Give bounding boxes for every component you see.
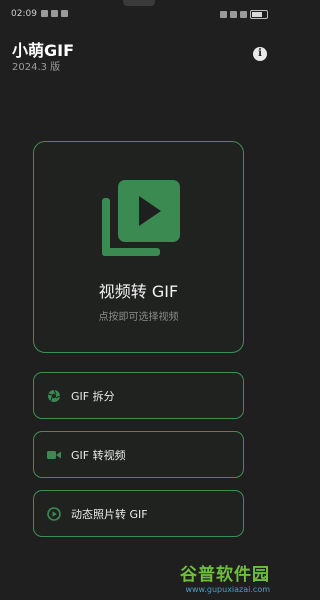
moon-icon <box>61 10 68 17</box>
status-bar: 02:09 <box>0 0 278 24</box>
gif-to-video-label: GIF 转视频 <box>71 448 126 462</box>
card-title: 视频转 GIF <box>98 282 179 301</box>
video-play-icon <box>102 180 180 256</box>
watermark-text: 谷普软件园 <box>180 565 270 585</box>
live-photo-to-gif-button[interactable]: 动态照片转 GIF <box>33 490 244 537</box>
play-circle-icon <box>46 506 62 522</box>
notification-icons <box>41 10 68 17</box>
video-camera-icon <box>46 447 62 463</box>
mute-icon <box>220 11 227 18</box>
wifi-icon <box>240 11 247 18</box>
watermark-url: www.gupuxiazai.com <box>185 585 270 594</box>
notification-icon <box>41 10 48 17</box>
info-icon[interactable]: i <box>253 47 267 61</box>
card-subtitle: 点按即可选择视频 <box>98 312 179 323</box>
app-version: 2024.3 版 <box>12 62 61 73</box>
video-to-gif-card[interactable]: 视频转 GIF 点按即可选择视频 <box>33 141 244 353</box>
aperture-icon <box>46 388 62 404</box>
notification-icon <box>51 10 58 17</box>
camera-notch <box>123 0 155 6</box>
gif-split-button[interactable]: GIF 拆分 <box>33 372 244 419</box>
gif-to-video-button[interactable]: GIF 转视频 <box>33 431 244 478</box>
status-time: 02:09 <box>11 9 37 19</box>
signal-icon <box>230 11 237 18</box>
system-icons <box>220 10 268 19</box>
watermark: 谷普软件园 www.gupuxiazai.com <box>180 560 270 594</box>
gif-split-label: GIF 拆分 <box>71 389 115 403</box>
live-photo-to-gif-label: 动态照片转 GIF <box>71 507 148 521</box>
battery-icon <box>250 10 268 19</box>
